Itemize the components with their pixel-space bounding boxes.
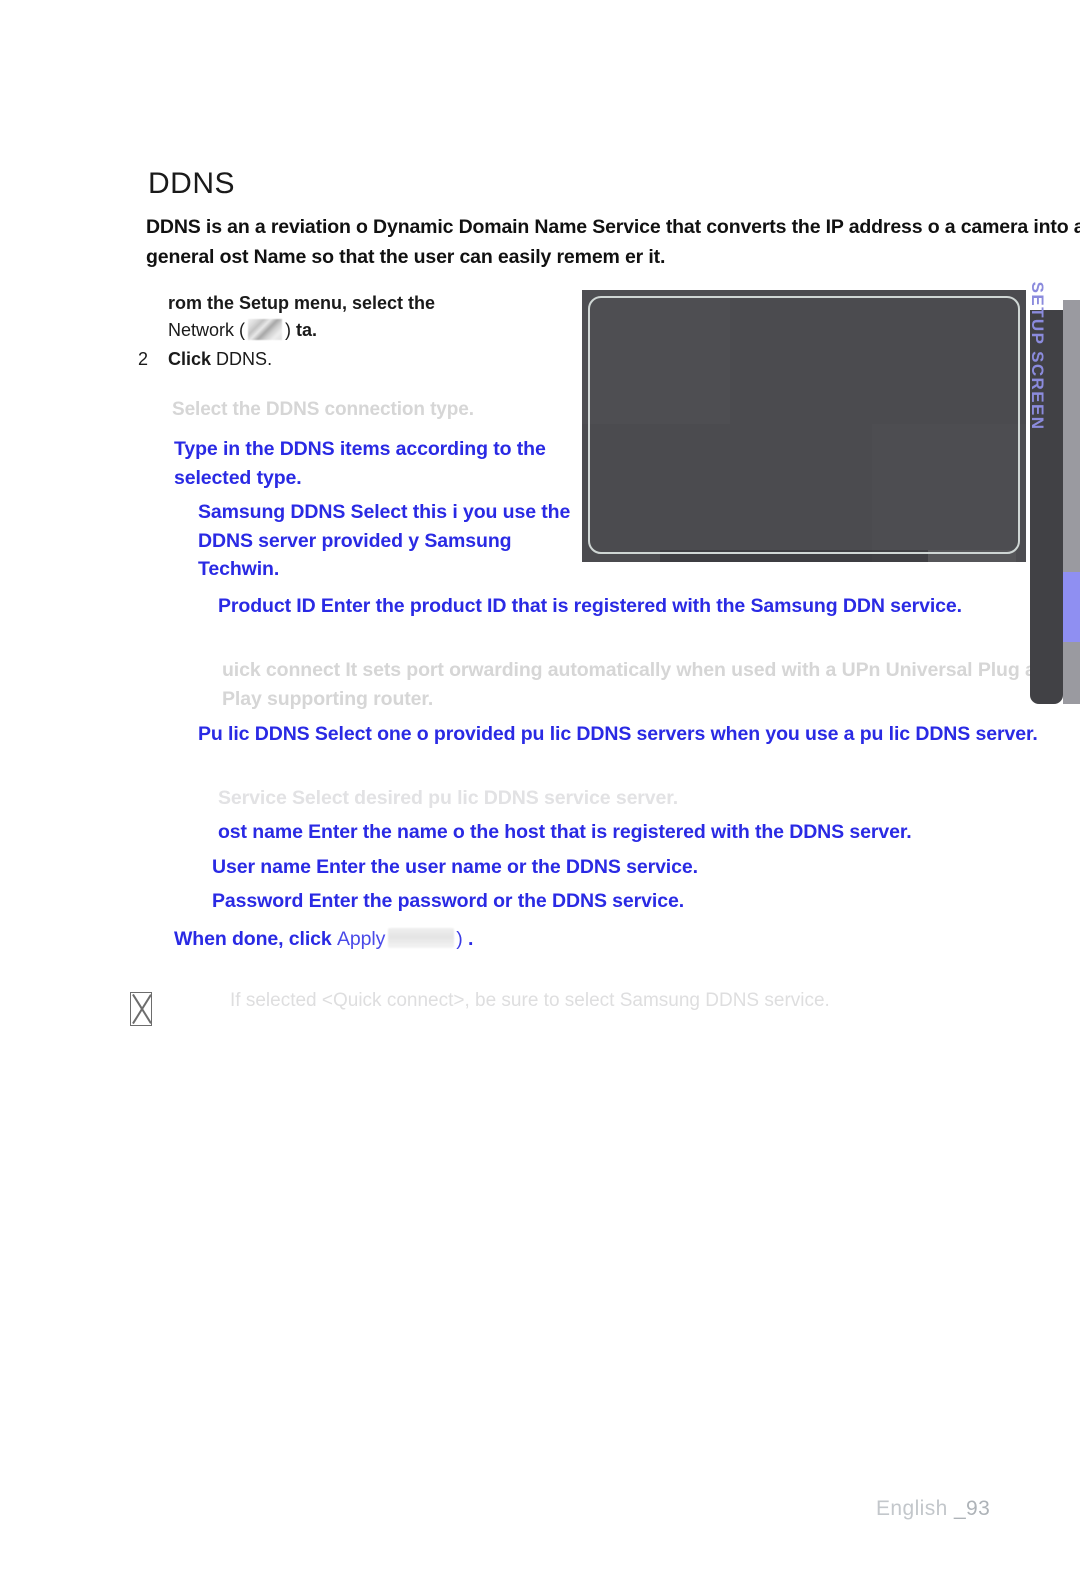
service-text: Service Select desired pu lic DDNS servi… [218,787,679,809]
user-name-text: User name Enter the user name or the DDN… [212,856,698,878]
document-page: DDNS DDNS is an a reviation o Dynamic Do… [0,0,1080,1571]
page-footer: English _93 [876,1497,990,1521]
when-done-suffix: ) [456,928,463,950]
select-connection-type-text: Select the DDNS connection type. [172,399,474,420]
side-rail-active-marker [1063,572,1080,642]
samsung-ddns-text: Samsung DDNS Select this i you use the D… [198,501,571,581]
side-tab-setup-screen: SETUP SCREEN [1028,282,1063,704]
when-done-period: . [468,928,474,950]
steps-list: rom the Setup menu, select the Network (… [138,290,598,375]
product-id-text: Product ID Enter the product ID that is … [218,595,962,617]
step-1-network-label: Network ( [168,320,246,340]
note-callout: If selected <Quick connect>, be sure to … [130,988,1030,1026]
step-item-1: rom the Setup menu, select the Network (… [138,290,598,344]
step-number: 2 [138,349,149,369]
step-1-close-paren: ) [285,320,292,340]
public-ddns-text: Pu lic DDNS Select one o provided pu lic… [198,723,1038,745]
when-done-prefix: When done, click [174,928,332,950]
apply-button-image [388,928,455,948]
page-title: DDNS [148,167,236,200]
step-item-2: 2 Click DDNS. [138,346,598,373]
step-2-period: . [267,349,273,369]
footer-language: English [876,1497,948,1520]
when-done-click-apply-text: When done, click Apply) . [174,925,654,954]
step-1-bold-text: rom the Setup menu, select the [168,293,436,313]
missing-glyph-box-icon [130,992,152,1026]
step-1-period: . [312,320,318,340]
intro-paragraph: DDNS is an a reviation o Dynamic Domain … [146,216,1080,269]
password-text: Password Enter the password or the DDNS … [212,890,685,912]
apply-label: Apply [337,928,386,950]
network-tab-icon [248,319,283,340]
step-text: rom the Setup menu, select the Network (… [168,290,598,344]
quick-connect-text: uick connect It sets port orwarding auto… [222,659,1060,710]
host-name-text: ost name Enter the name o the host that … [218,821,912,843]
step-2-bold-text: Click [168,349,212,369]
side-tab-label: SETUP SCREEN [1027,281,1047,431]
note-text: If selected <Quick connect>, be sure to … [230,990,830,1011]
side-rail [1063,300,1080,704]
step-1-tab-word: ta [296,320,313,340]
step-2-target: DDNS [216,349,268,369]
setup-screen-capture [582,290,1026,562]
step-text: Click DDNS. [168,346,598,373]
footer-page-number: _93 [953,1497,991,1520]
type-in-items-text: Type in the DDNS items according to the … [174,438,546,489]
